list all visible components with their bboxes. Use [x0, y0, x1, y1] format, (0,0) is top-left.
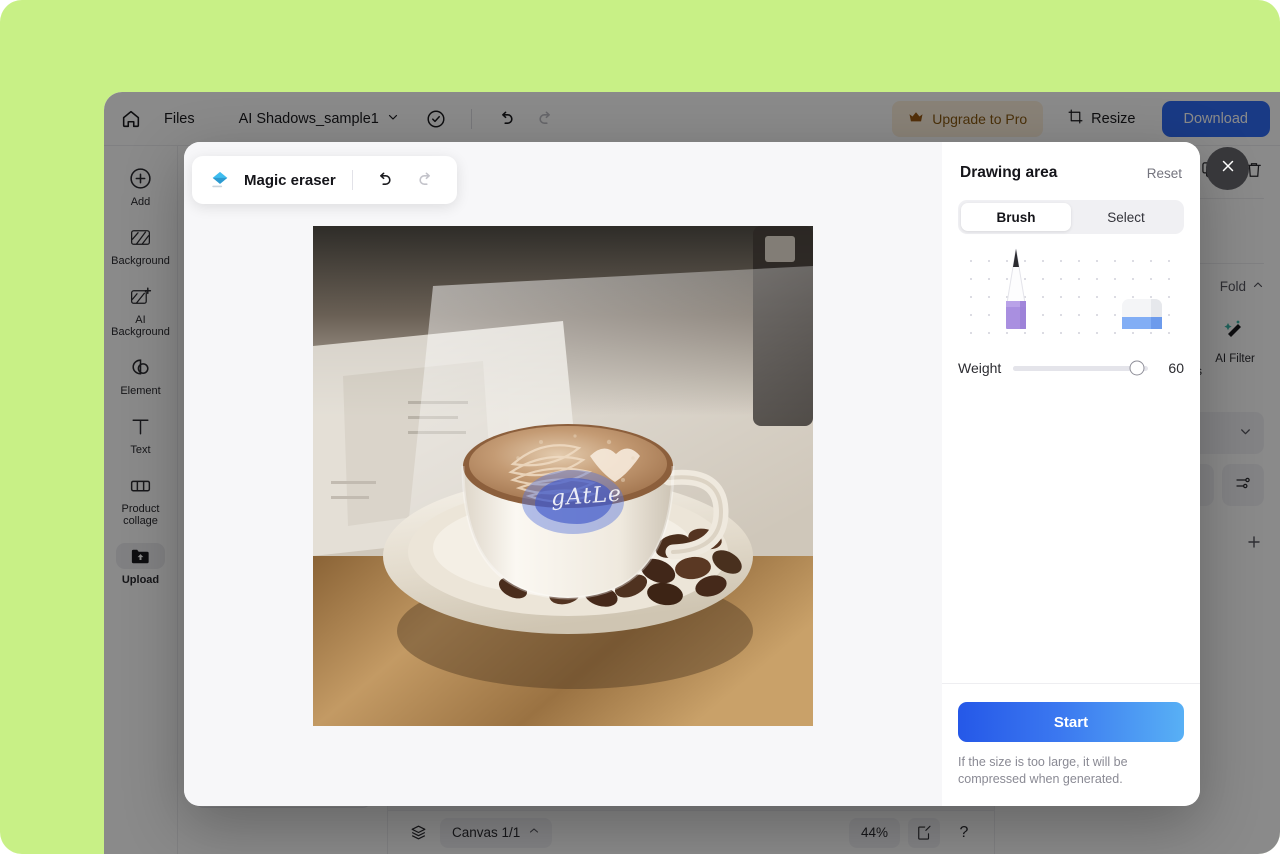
weight-slider-fill: [1013, 365, 1143, 371]
weight-slider[interactable]: [1013, 360, 1148, 376]
magic-eraser-dialog: Magic eraser gAtLe Drawing area Reset Br…: [184, 142, 1200, 806]
tab-select[interactable]: Select: [1071, 203, 1181, 231]
mode-segmented-control: Brush Select: [958, 200, 1184, 234]
eraser-tool-icon[interactable]: [1120, 297, 1164, 336]
drawing-area-footer: Start If the size is too large, it will …: [942, 683, 1200, 806]
tab-brush[interactable]: Brush: [961, 203, 1071, 231]
weight-control: Weight 60: [958, 360, 1184, 376]
weight-slider-knob[interactable]: [1129, 360, 1145, 376]
tool-picker-area: [958, 246, 1184, 338]
drawing-area-header: Drawing area Reset: [942, 142, 1200, 182]
drawing-area-title: Drawing area: [960, 164, 1058, 181]
eraser-working-image[interactable]: gAtLe: [313, 226, 813, 726]
pencil-tool-icon[interactable]: [994, 247, 1038, 338]
toolbar-divider: [351, 170, 353, 190]
reset-button[interactable]: Reset: [1147, 166, 1182, 181]
close-icon: [1219, 157, 1237, 180]
drawing-area-panel: Drawing area Reset Brush Select Weight 6…: [942, 142, 1200, 806]
weight-value: 60: [1168, 360, 1184, 376]
close-dialog-button[interactable]: [1206, 147, 1249, 190]
eraser-toolbar-title: Magic eraser: [244, 171, 336, 189]
page-backdrop: Files AI Shadows_sample1 Upgrade to Pro …: [0, 0, 1280, 854]
start-button[interactable]: Start: [958, 702, 1184, 742]
compression-note: If the size is too large, it will be com…: [958, 755, 1128, 786]
undo-icon[interactable]: [369, 165, 399, 195]
eraser-canvas-stage[interactable]: Magic eraser gAtLe: [184, 142, 942, 806]
redo-icon[interactable]: [411, 165, 441, 195]
weight-label: Weight: [958, 360, 1002, 376]
eraser-toolbar: Magic eraser: [192, 156, 457, 204]
brush-stroke-label: gAtLe: [550, 481, 623, 512]
magic-eraser-icon: [208, 168, 232, 192]
